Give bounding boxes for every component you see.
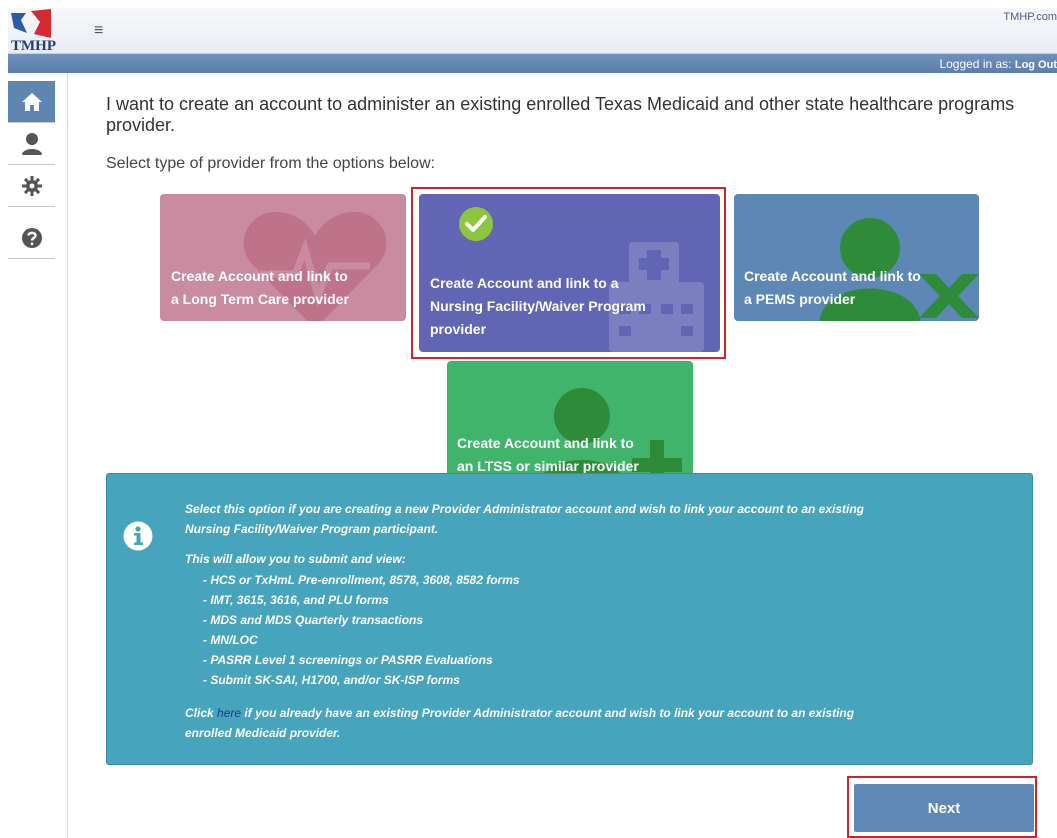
- logged-in-status: Logged in as: Log Out: [939, 57, 1057, 71]
- info-allow-heading: This will allow you to submit and view:: [185, 552, 406, 566]
- user-icon: [21, 132, 42, 155]
- list-item: - IMT, 3615, 3616, and PLU forms: [203, 593, 389, 607]
- tmhp-site-link[interactable]: TMHP.com: [1003, 11, 1057, 23]
- user-status-bar: Logged in as: Log Out: [8, 54, 1057, 73]
- tile-ltss[interactable]: Create Account and link to an LTSS or si…: [447, 361, 693, 488]
- tile-pems[interactable]: Create Account and link to a PEMS provid…: [734, 194, 979, 321]
- tile-pems-line2: a PEMS provider: [744, 291, 856, 307]
- tile-pems-line1: Create Account and link to: [744, 268, 921, 284]
- tmhp-logo[interactable]: TMHP: [8, 8, 60, 54]
- list-item: - MN/LOC: [203, 633, 258, 647]
- info-icon: [123, 521, 153, 551]
- sidebar-item-help[interactable]: [8, 217, 55, 259]
- page-intro: I want to create an account to administe…: [106, 94, 1015, 135]
- select-provider-instruction: Select type of provider from the options…: [106, 155, 436, 172]
- sidebar: [8, 73, 68, 838]
- logo-mark-icon: [11, 9, 51, 38]
- help-icon: [21, 227, 42, 248]
- info-capabilities-list: - HCS or TxHmL Pre-enrollment, 8578, 360…: [203, 570, 520, 690]
- list-item: - Submit SK-SAI, H1700, and/or SK-ISP fo…: [203, 673, 460, 687]
- next-button[interactable]: Next: [854, 784, 1034, 832]
- top-header: TMHP ≡ TMHP.com: [8, 8, 1057, 54]
- gear-icon: [21, 175, 42, 196]
- sidebar-item-home[interactable]: [8, 81, 55, 123]
- info-click-line1: Click here if you already have an existi…: [185, 703, 1005, 723]
- tile-ltss-line1: Create Account and link to: [457, 435, 634, 451]
- home-icon: [21, 92, 42, 111]
- info-panel: Select this option if you are creating a…: [106, 473, 1033, 765]
- info-description-line2: Nursing Facility/Waiver Program particip…: [185, 522, 439, 536]
- sidebar-item-user[interactable]: [8, 123, 55, 165]
- tile-ltc-line2: a Long Term Care provider: [171, 291, 349, 307]
- click-prefix: Click: [185, 706, 214, 720]
- logged-in-label: Logged in as:: [939, 57, 1012, 71]
- tile-ltc-line1: Create Account and link to: [171, 268, 348, 284]
- list-item: - HCS or TxHmL Pre-enrollment, 8578, 360…: [203, 573, 520, 587]
- list-item: - PASRR Level 1 screenings or PASRR Eval…: [203, 653, 493, 667]
- list-item: - MDS and MDS Quarterly transactions: [203, 613, 424, 627]
- selected-tile-highlight: [411, 187, 726, 359]
- logout-link[interactable]: Log Out: [1015, 59, 1057, 71]
- logo-text: TMHP: [11, 38, 56, 54]
- sidebar-item-settings[interactable]: [8, 165, 55, 207]
- info-description-line1: Select this option if you are creating a…: [185, 502, 865, 516]
- tile-long-term-care[interactable]: Create Account and link to a Long Term C…: [160, 194, 406, 321]
- here-link[interactable]: here: [217, 706, 241, 720]
- hamburger-menu-icon[interactable]: ≡: [94, 22, 103, 40]
- info-click-line2: enrolled Medicaid provider.: [185, 726, 341, 740]
- click-suffix: if you already have an existing Provider…: [244, 706, 855, 720]
